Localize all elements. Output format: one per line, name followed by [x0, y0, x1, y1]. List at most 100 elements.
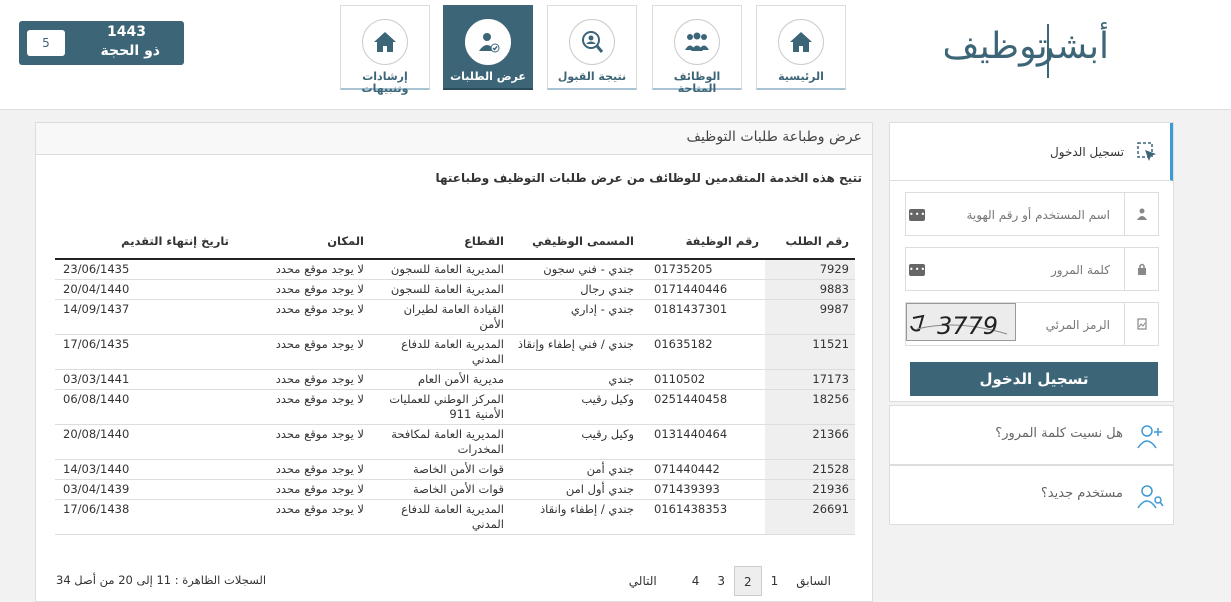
table-row[interactable]: 21528 071440442 جندي أمن قوات الأمن الخاصة ل…	[55, 459, 855, 480]
cell-request-no: 18256	[765, 389, 855, 425]
cell-sector: المديرية العامة لمكافحة المخدرات	[370, 424, 510, 460]
cell-job-title: جندي / إطفاء وانقاذ	[510, 499, 640, 535]
panel-subtitle: تتيح هذه الخدمة المتقدمين للوظائف من عرض…	[435, 171, 862, 185]
username-placeholder: اسم المستخدم أو رقم الهوية	[966, 208, 1110, 222]
table-row[interactable]: 9987 0181437301 جندي - إداري القيادة العامة…	[55, 299, 855, 335]
cell-job-title: وكيل رقيب	[510, 424, 640, 460]
cell-job-title: جندي رجال	[510, 279, 640, 300]
table-row[interactable]: 26691 0161438353 جندي / إطفاء وانقاذ المدير…	[55, 499, 855, 535]
ellipsis-icon[interactable]: •••	[909, 209, 925, 221]
table-row[interactable]: 11521 01635182 جندي / فني إطفاء وإنقاذ المد…	[55, 334, 855, 370]
cell-location: لا يوجد موقع محدد	[235, 279, 370, 300]
nav-tab-home[interactable]: الرئيسية	[756, 5, 846, 90]
cell-job-no: 0161438353	[640, 499, 765, 535]
user-icon	[1124, 193, 1158, 235]
cell-request-no: 9987	[765, 299, 855, 335]
cell-location: لا يوجد موقع محدد	[235, 459, 370, 480]
panel-title: عرض وطباعة طلبات التوظيف	[36, 123, 872, 155]
pager-page-2-current[interactable]: 2	[734, 566, 762, 596]
pager-page-3[interactable]: 3	[708, 566, 734, 596]
cell-sector: مديرية الأمن العام	[370, 369, 510, 390]
records-info: السجلات الظاهرة : 11 إلى 20 من أصل 34	[56, 573, 267, 587]
col-header-job-no[interactable]: رقم الوظيفة	[640, 223, 765, 260]
pager-page-4[interactable]: 4	[683, 566, 709, 596]
col-header-job-title[interactable]: المسمى الوظيفي	[510, 223, 640, 260]
table-row[interactable]: 18256 0251440458 وكيل رقيب المركز الوطني لل…	[55, 389, 855, 425]
pager-page-1[interactable]: 1	[762, 566, 788, 596]
cell-job-title: جندي - إداري	[510, 299, 640, 335]
requests-table: رقم الطلب رقم الوظيفة المسمى الوظيفي الق…	[55, 223, 855, 535]
cell-request-no: 7929	[765, 259, 855, 280]
ellipsis-icon[interactable]: •••	[909, 264, 925, 276]
cell-end-date: 17/06/1438	[55, 499, 235, 535]
col-header-sector[interactable]: القطاع	[370, 223, 510, 260]
cell-end-date: 03/03/1441	[55, 369, 235, 390]
hijri-date-widget: 5 1443 ذو الحجة	[19, 21, 184, 65]
username-field[interactable]: اسم المستخدم أو رقم الهوية •••	[905, 192, 1159, 236]
nav-tab-available-jobs[interactable]: الوظائف المتاحة	[652, 5, 742, 95]
table-row[interactable]: 21366 0131440464 وكيل رقيب المديرية العامة …	[55, 424, 855, 460]
login-panel: تسجيل الدخول اسم المستخدم أو رقم الهوية …	[889, 122, 1174, 402]
cell-end-date: 03/04/1439	[55, 479, 235, 500]
forgot-password-link[interactable]: هل نسيت كلمة المرور؟	[889, 405, 1174, 465]
cell-sector: المركز الوطني للعمليات الأمنية 911	[370, 389, 510, 425]
cell-job-no: 0131440464	[640, 424, 765, 460]
nav-tab-label: نتيجة القبول	[557, 70, 627, 83]
hijri-month: ذو الحجة	[100, 43, 161, 59]
user-check-icon	[465, 19, 511, 65]
table-row[interactable]: 17173 0110502 جندي مديرية الأمن العام لا يوج…	[55, 369, 855, 390]
cell-job-title: جندي / فني إطفاء وإنقاذ	[510, 334, 640, 370]
home-alert-icon	[362, 19, 408, 65]
cell-request-no: 11521	[765, 334, 855, 370]
captcha-field[interactable]: الرمز المرئي 3779	[905, 302, 1159, 346]
login-submit-button[interactable]: تسجيل الدخول	[910, 362, 1158, 396]
table-row[interactable]: 9883 0171440446 جندي رجال المديرية العامة ل…	[55, 279, 855, 300]
cell-end-date: 14/03/1440	[55, 459, 235, 480]
col-header-location[interactable]: المكان	[235, 223, 370, 260]
cell-location: لا يوجد موقع محدد	[235, 479, 370, 500]
cell-location: لا يوجد موقع محدد	[235, 369, 370, 390]
cell-job-title: جندي - فني سجون	[510, 259, 640, 280]
nav-tab-label: إرشادات وتنبيهات	[361, 70, 409, 95]
nav-tab-view-requests[interactable]: عرض الطلبات	[443, 5, 533, 90]
cell-location: لا يوجد موقع محدد	[235, 499, 370, 535]
captcha-text: 3779	[937, 312, 998, 340]
cell-end-date: 06/08/1440	[55, 389, 235, 425]
login-header: تسجيل الدخول	[890, 123, 1173, 181]
cell-job-no: 01635182	[640, 334, 765, 370]
cell-job-title: وكيل رقيب	[510, 389, 640, 425]
cell-sector: قوات الأمن الخاصة	[370, 459, 510, 480]
user-plus-icon	[1135, 422, 1165, 454]
image-icon	[1124, 303, 1158, 345]
captcha-image: 3779	[906, 303, 1016, 341]
cell-location: لا يوجد موقع محدد	[235, 389, 370, 425]
nav-tab-guidance[interactable]: إرشادات وتنبيهات	[340, 5, 430, 95]
cell-request-no: 21528	[765, 459, 855, 480]
table-row[interactable]: 7929 01735205 جندي - فني سجون المديرية العا…	[55, 259, 855, 280]
cell-location: لا يوجد موقع محدد	[235, 334, 370, 370]
nav-tab-label: عرض الطلبات	[450, 70, 526, 83]
cell-job-no: 0110502	[640, 369, 765, 390]
table-header-row: رقم الطلب رقم الوظيفة المسمى الوظيفي الق…	[55, 223, 855, 260]
top-header: 5 1443 ذو الحجة الرئيسية الوظائف المتاحة…	[0, 0, 1231, 110]
col-header-request-no[interactable]: رقم الطلب	[765, 223, 855, 260]
cell-sector: المديرية العامة للسجون	[370, 279, 510, 300]
cell-job-no: 071439393	[640, 479, 765, 500]
hijri-day: 5	[27, 30, 65, 56]
cell-request-no: 21366	[765, 424, 855, 460]
cell-request-no: 9883	[765, 279, 855, 300]
cell-location: لا يوجد موقع محدد	[235, 299, 370, 335]
cell-job-no: 071440442	[640, 459, 765, 480]
cell-job-title: جندي أول امن	[510, 479, 640, 500]
table-row[interactable]: 21936 071439393 جندي أول امن قوات الأمن الخ…	[55, 479, 855, 500]
captcha-placeholder: الرمز المرئي	[1045, 318, 1110, 332]
new-user-link[interactable]: مستخدم جديد؟	[889, 465, 1174, 525]
cell-end-date: 14/09/1437	[55, 299, 235, 335]
col-header-end-date[interactable]: تاريخ إنتهاء التقديم	[55, 223, 235, 260]
cell-job-title: جندي أمن	[510, 459, 640, 480]
pager-next[interactable]: التالي	[620, 566, 683, 596]
password-field[interactable]: كلمة المرور •••	[905, 247, 1159, 291]
nav-tab-acceptance-result[interactable]: نتيجة القبول	[547, 5, 637, 90]
home-icon	[778, 19, 824, 65]
pager-prev[interactable]: السابق	[787, 566, 840, 596]
